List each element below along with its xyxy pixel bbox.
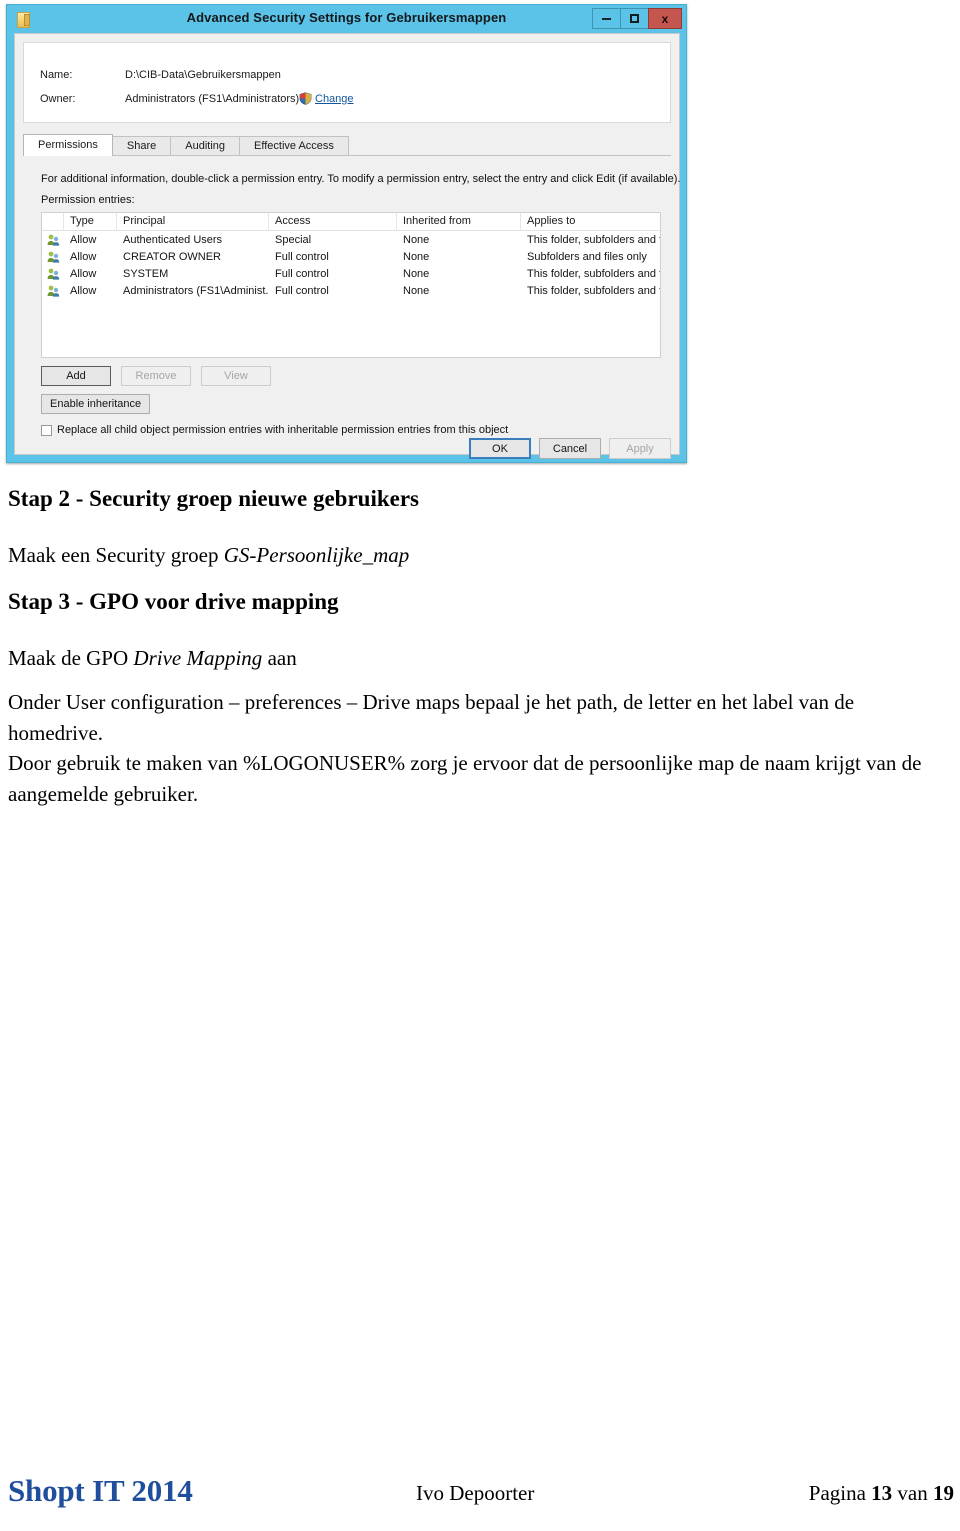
document-body: Stap 2 - Security groep nieuwe gebruiker… bbox=[8, 485, 952, 809]
window-title: Advanced Security Settings for Gebruiker… bbox=[186, 10, 507, 25]
cell-inherited-from: None bbox=[403, 284, 430, 297]
users-icon bbox=[42, 251, 64, 263]
column-header-icon[interactable] bbox=[42, 213, 64, 230]
shield-icon bbox=[299, 92, 312, 105]
paragraph-gpo-prefix: Maak de GPO bbox=[8, 645, 134, 670]
replace-child-permissions-checkbox-row[interactable]: Replace all child object permission entr… bbox=[41, 424, 508, 436]
paragraph-gpo-suffix: aan bbox=[262, 645, 297, 670]
close-button[interactable]: x bbox=[648, 8, 682, 29]
name-label: Name: bbox=[40, 69, 73, 81]
page-footer: Shopt IT 2014 Ivo Depoorter Pagina 13 va… bbox=[0, 1473, 960, 1519]
page-total: 19 bbox=[933, 1481, 954, 1505]
apply-button[interactable]: Apply bbox=[609, 438, 671, 459]
tab-auditing[interactable]: Auditing bbox=[170, 136, 241, 156]
replace-child-permissions-checkbox[interactable] bbox=[41, 424, 52, 436]
column-header-applies-to[interactable]: Applies to bbox=[521, 213, 660, 230]
cell-principal: CREATOR OWNER bbox=[123, 250, 221, 263]
heading-stap-2: Stap 2 - Security groep nieuwe gebruiker… bbox=[8, 486, 420, 511]
cell-type: Allow bbox=[70, 267, 97, 280]
page-prefix: Pagina bbox=[808, 1481, 872, 1505]
name-value: D:\CIB-Data\Gebruikersmappen bbox=[125, 69, 281, 81]
cell-principal: SYSTEM bbox=[123, 267, 169, 280]
permission-entries-label: Permission entries: bbox=[41, 194, 135, 206]
cell-inherited-from: None bbox=[403, 250, 430, 263]
enable-inheritance-button[interactable]: Enable inheritance bbox=[41, 394, 151, 414]
column-header-access[interactable]: Access bbox=[269, 213, 397, 230]
entry-action-buttons: Add Remove View bbox=[41, 366, 281, 386]
footer-author: Ivo Depoorter bbox=[416, 1481, 535, 1505]
cancel-button[interactable]: Cancel bbox=[539, 438, 601, 459]
paragraph-security-group: Maak een Security groep GS-Persoonlijke_… bbox=[8, 540, 952, 570]
users-icon bbox=[42, 285, 64, 297]
replace-child-permissions-label: Replace all child object permission entr… bbox=[57, 424, 509, 436]
change-owner-link[interactable]: Change bbox=[315, 93, 354, 105]
table-row[interactable]: Allow Administrators (FS1\Administ... Fu… bbox=[42, 282, 660, 299]
cell-access: Full control bbox=[275, 284, 329, 297]
tab-strip: Permissions Share Auditing Effective Acc… bbox=[23, 134, 349, 156]
dialog-footer: OK Cancel Apply bbox=[23, 438, 671, 466]
heading-stap-3: Stap 3 - GPO voor drive mapping bbox=[8, 589, 339, 615]
page-current: 13 bbox=[871, 1481, 893, 1505]
info-text: For additional information, double-click… bbox=[41, 173, 681, 185]
page-middle: van bbox=[892, 1481, 933, 1505]
cell-inherited-from: None bbox=[403, 233, 430, 246]
paragraph-gpo: Maak de GPO Drive Mapping aan bbox=[8, 643, 952, 673]
cell-type: Allow bbox=[70, 250, 97, 263]
dialog-body: Name: D:\CIB-Data\Gebruikersmappen Owner… bbox=[14, 33, 681, 459]
cell-access: Full control bbox=[275, 250, 329, 263]
remove-button[interactable]: Remove bbox=[121, 366, 191, 386]
footer-brand: Shopt IT 2014 bbox=[8, 1473, 193, 1508]
column-header-type[interactable]: Type bbox=[64, 213, 117, 230]
ok-button[interactable]: OK bbox=[469, 438, 531, 459]
add-button[interactable]: Add bbox=[41, 366, 111, 386]
cell-access: Special bbox=[275, 233, 312, 246]
cell-type: Allow bbox=[70, 233, 97, 246]
tab-effective-access[interactable]: Effective Access bbox=[239, 136, 349, 156]
column-header-principal[interactable]: Principal bbox=[117, 213, 269, 230]
users-icon bbox=[42, 268, 64, 280]
table-row[interactable]: Allow CREATOR OWNER Full control None Su… bbox=[42, 248, 660, 265]
object-header-card: Name: D:\CIB-Data\Gebruikersmappen Owner… bbox=[23, 42, 671, 123]
minimize-button[interactable] bbox=[592, 8, 621, 29]
cell-principal: Authenticated Users bbox=[123, 233, 223, 246]
advanced-security-settings-window: Advanced Security Settings for Gebruiker… bbox=[6, 4, 687, 463]
cell-applies-to: Subfolders and files only bbox=[527, 250, 647, 263]
cell-access: Full control bbox=[275, 267, 329, 280]
cell-principal: Administrators (FS1\Administ... bbox=[123, 284, 269, 297]
tab-share[interactable]: Share bbox=[111, 136, 172, 156]
window-titlebar: Advanced Security Settings for Gebruiker… bbox=[7, 5, 686, 33]
view-button[interactable]: View bbox=[201, 366, 271, 386]
cell-applies-to: This folder, subfolders and files bbox=[527, 233, 660, 246]
cell-applies-to: This folder, subfolders and files bbox=[527, 267, 660, 280]
paragraph-logonuser: Door gebruik te maken van %LOGONUSER% zo… bbox=[8, 751, 922, 806]
users-icon bbox=[42, 234, 64, 246]
minimize-icon bbox=[602, 17, 611, 20]
footer-page-number: Pagina 13 van 19 bbox=[809, 1481, 954, 1506]
owner-value: Administrators (FS1\Administrators) bbox=[125, 93, 300, 105]
permissions-tab-panel: For additional information, double-click… bbox=[23, 155, 681, 437]
cell-inherited-from: None bbox=[403, 267, 430, 280]
paragraph-user-configuration: Onder User configuration – preferences –… bbox=[8, 690, 855, 745]
tab-permissions[interactable]: Permissions bbox=[23, 134, 113, 156]
owner-label: Owner: bbox=[40, 93, 76, 105]
permission-entries-table[interactable]: Type Principal Access Inherited from App… bbox=[41, 212, 661, 358]
window-controls: x bbox=[592, 8, 682, 29]
column-header-inherited-from[interactable]: Inherited from bbox=[397, 213, 521, 230]
table-header-row: Type Principal Access Inherited from App… bbox=[42, 213, 660, 231]
paragraph-gpo-emphasis: Drive Mapping bbox=[133, 645, 263, 670]
cell-applies-to: This folder, subfolders and files bbox=[527, 284, 660, 297]
paragraph-security-group-text: Maak een Security groep bbox=[8, 542, 224, 567]
maximize-button[interactable] bbox=[620, 8, 649, 29]
table-row[interactable]: Allow SYSTEM Full control None This fold… bbox=[42, 265, 660, 282]
maximize-icon bbox=[630, 14, 639, 23]
paragraph-security-group-emphasis: GS-Persoonlijke_map bbox=[223, 542, 410, 567]
cell-type: Allow bbox=[70, 284, 97, 297]
table-row[interactable]: Allow Authenticated Users Special None T… bbox=[42, 231, 660, 248]
